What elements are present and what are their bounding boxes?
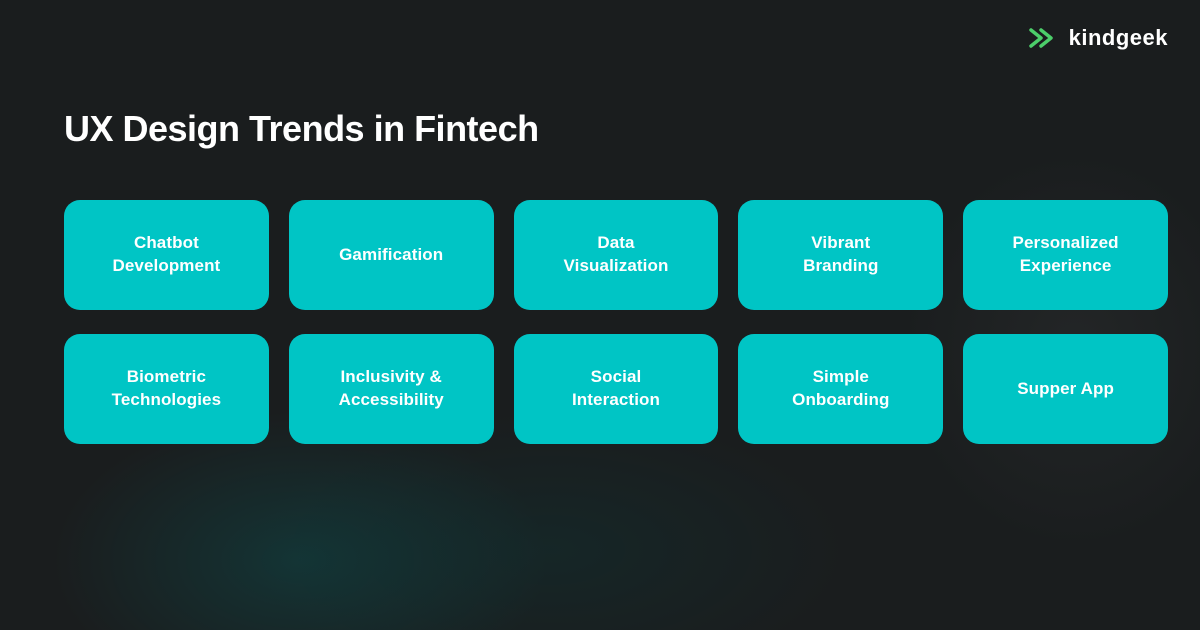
page-background: kindgeek UX Design Trends in Fintech Cha…: [0, 0, 1200, 630]
header: kindgeek: [1027, 24, 1168, 52]
kindgeek-logo-icon: [1027, 24, 1059, 52]
card-simple-onboarding: Simple Onboarding: [738, 334, 943, 444]
card-label-gamification: Gamification: [339, 244, 443, 267]
card-label-social-interaction: Social Interaction: [572, 366, 660, 412]
card-gamification: Gamification: [289, 200, 494, 310]
card-label-biometric-technologies: Biometric Technologies: [112, 366, 222, 412]
card-inclusivity-accessibility: Inclusivity & Accessibility: [289, 334, 494, 444]
card-chatbot-development: Chatbot Development: [64, 200, 269, 310]
card-vibrant-branding: Vibrant Branding: [738, 200, 943, 310]
card-label-vibrant-branding: Vibrant Branding: [803, 232, 878, 278]
card-label-simple-onboarding: Simple Onboarding: [792, 366, 889, 412]
page-title: UX Design Trends in Fintech: [64, 108, 539, 150]
cards-row-2: Biometric Technologies Inclusivity & Acc…: [64, 334, 1168, 444]
card-label-personalized-experience: Personalized Experience: [1013, 232, 1119, 278]
card-supper-app: Supper App: [963, 334, 1168, 444]
card-biometric-technologies: Biometric Technologies: [64, 334, 269, 444]
card-label-data-visualization: Data Visualization: [564, 232, 669, 278]
cards-container: Chatbot Development Gamification Data Vi…: [64, 200, 1168, 444]
card-label-supper-app: Supper App: [1017, 378, 1114, 401]
card-label-inclusivity-accessibility: Inclusivity & Accessibility: [339, 366, 444, 412]
card-personalized-experience: Personalized Experience: [963, 200, 1168, 310]
card-social-interaction: Social Interaction: [514, 334, 719, 444]
card-label-chatbot-development: Chatbot Development: [112, 232, 220, 278]
card-data-visualization: Data Visualization: [514, 200, 719, 310]
cards-row-1: Chatbot Development Gamification Data Vi…: [64, 200, 1168, 310]
brand-name: kindgeek: [1069, 25, 1168, 51]
